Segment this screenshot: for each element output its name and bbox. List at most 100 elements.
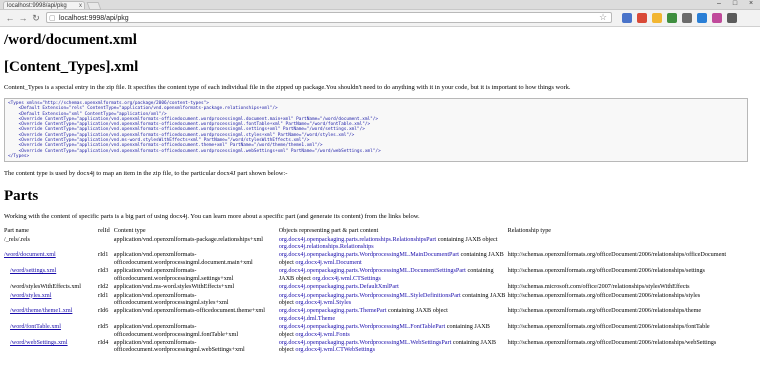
table-row: /word/fontTable.xml rId5 application/vnd.o… (4, 323, 756, 339)
relid-cell: rId5 (98, 323, 109, 331)
relid-cell: rId1 (98, 291, 109, 299)
table-row: /word/document.xml rId1 application/vnd.op… (4, 251, 756, 267)
table-header-row: Part name relId Content type Objects rep… (4, 227, 756, 235)
part-name-link[interactable]: /word/document.xml (4, 251, 56, 258)
part-class-name: org.docx4j.openpackaging.parts.Wordproce… (278, 323, 446, 331)
part-class-name: org.docx4j.openpackaging.parts.Wordproce… (278, 267, 466, 275)
content-type-cell: application/vnd.openxmlformats-officedoc… (113, 291, 229, 306)
extension-icon[interactable] (697, 13, 707, 23)
extension-icon[interactable] (712, 13, 722, 23)
header-part-name: Part name (4, 227, 29, 235)
maximize-window-button[interactable]: □ (728, 0, 742, 8)
content-type-cell: application/vnd.ms-word.stylesWithEffect… (113, 283, 235, 291)
part-class-name: org.docx4j.openpackaging.parts.relations… (278, 235, 437, 243)
close-tab-icon[interactable]: x (79, 2, 82, 9)
table-row: /word/stylesWithEffects.xml rId2 applicati… (4, 283, 756, 291)
extension-icon[interactable] (682, 13, 692, 23)
relationship-type-cell: http://schemas.microsoft.com/office/2007… (507, 283, 690, 291)
page-content: /word/document.xml [Content_Types].xml C… (4, 27, 756, 355)
code-line: </Types> (8, 153, 30, 159)
relid-cell: rId3 (98, 267, 109, 275)
part-class-name: org.docx4j.openpackaging.parts.DefaultXm… (278, 283, 399, 291)
relid-cell: rId1 (98, 251, 109, 259)
extension-icon[interactable] (727, 13, 737, 23)
address-bar[interactable]: ▢ localhost:9998/api/pkg (46, 12, 612, 23)
browser-tab[interactable]: localhost:9998/api/pkg x (3, 1, 85, 9)
close-window-button[interactable]: × (744, 0, 758, 8)
parts-heading: Parts (4, 188, 39, 205)
page-title: /word/document.xml (4, 32, 137, 48)
extension-icon[interactable] (652, 13, 662, 23)
part-name-cell: /word/document.xml (4, 251, 98, 267)
content-type-cell: application/vnd.openxmlformats-officedoc… (113, 323, 239, 338)
relationship-type-cell: http://schemas.openxmlformats.org/office… (507, 323, 710, 331)
header-relationship-type: Relationship type (507, 227, 552, 235)
relationship-type-cell (508, 236, 756, 252)
table-row: /word/styles.xml rId1 application/vnd.open… (4, 292, 756, 308)
content-type-cell: application/vnd.openxmlformats-officedoc… (113, 307, 265, 315)
jaxb-class-name: org.docx4j.wml.Document (295, 258, 362, 266)
part-name-cell: /word/webSettings.xml (4, 339, 98, 355)
part-name-cell: /word/styles.xml (4, 292, 98, 308)
relid-cell (98, 236, 114, 252)
content-type-cell: application/vnd.openxmlformats-officedoc… (113, 251, 253, 266)
part-name-link[interactable]: /word/styles.xml (10, 292, 51, 299)
page-icon: ▢ (49, 15, 56, 22)
bookmark-star-icon[interactable]: ☆ (599, 12, 607, 23)
part-class-name: org.docx4j.openpackaging.parts.Wordproce… (278, 291, 461, 299)
part-name-link[interactable]: /word/webSettings.xml (10, 339, 68, 346)
part-name-cell: /word/fontTable.xml (4, 323, 98, 339)
part-class-name: org.docx4j.openpackaging.parts.Wordproce… (278, 338, 452, 346)
content-types-intro: Content_Types is a special entry in the … (4, 84, 571, 91)
table-row: /word/webSettings.xml rId4 application/vnd… (4, 339, 756, 355)
reload-icon[interactable]: ↻ (30, 12, 42, 24)
part-name: /_rels/.rels (4, 235, 30, 243)
extension-icon[interactable] (637, 13, 647, 23)
tab-title: localhost:9998/api/pkg (7, 3, 67, 9)
back-arrow-icon[interactable]: ← (4, 12, 16, 24)
parts-table: Part name relId Content type Objects rep… (4, 227, 756, 355)
content-type-cell: application/vnd.openxmlformats-package.r… (113, 235, 263, 243)
relationship-type-cell: http://schemas.openxmlformats.org/office… (507, 267, 705, 275)
relid-cell: rId2 (98, 283, 109, 291)
content-types-heading: [Content_Types].xml (4, 59, 139, 75)
part-name: /word/stylesWithEffects.xml (10, 283, 81, 291)
content-types-xml-block: <Types xmlns="http://schemas.openxmlform… (4, 98, 748, 163)
new-tab-button[interactable] (86, 2, 102, 10)
jaxb-class-name: org.docx4j.wml.CTWebSettings (295, 346, 376, 354)
part-name-cell: /word/theme/theme1.xml (4, 307, 98, 323)
forward-arrow-icon[interactable]: → (17, 12, 29, 24)
objects-cell: org.docx4j.openpackaging.parts.DefaultXm… (279, 283, 508, 291)
part-name-cell: /word/settings.xml (4, 267, 98, 283)
containing-text: containing JAXB object (386, 307, 448, 315)
objects-cell: org.docx4j.openpackaging.parts.Wordproce… (279, 251, 508, 267)
part-class-name: org.docx4j.openpackaging.parts.ThemePart (278, 307, 387, 315)
browser-toolbar: ← → ↻ ▢ localhost:9998/api/pkg ☆ (0, 10, 760, 27)
table-row: /_rels/.rels application/vnd.openxmlforma… (4, 236, 756, 252)
browser-tab-bar: localhost:9998/api/pkg x – □ × (0, 0, 760, 10)
part-name-link[interactable]: /word/settings.xml (10, 267, 56, 274)
parts-intro: Working with the content of specific par… (4, 213, 420, 221)
part-name-link[interactable]: /word/theme/theme1.xml (10, 307, 72, 314)
extension-icon[interactable] (622, 13, 632, 23)
address-bar-url: localhost:9998/api/pkg (59, 15, 129, 22)
extension-icon[interactable] (667, 13, 677, 23)
content-type-cell: application/vnd.openxmlformats-officedoc… (113, 338, 245, 354)
jaxb-class-name: org.docx4j.dml.Theme (278, 314, 336, 322)
header-objects: Objects representing part & part content (278, 227, 379, 235)
relationship-type-cell: http://schemas.openxmlformats.org/office… (507, 251, 727, 259)
part-class-name: org.docx4j.openpackaging.parts.Wordproce… (278, 251, 460, 259)
table-row: /word/settings.xml rId3 application/vnd.op… (4, 267, 756, 283)
jaxb-class-name: org.docx4j.relationships.Relationships (278, 243, 374, 251)
minimize-window-button[interactable]: – (712, 0, 726, 8)
relid-cell: rId6 (98, 307, 109, 315)
containing-text: containing JAXB object (436, 235, 498, 243)
part-name-cell: /word/stylesWithEffects.xml (4, 283, 98, 291)
table-row: /word/theme/theme1.xml rId6 application/vn… (4, 307, 756, 323)
objects-cell: org.docx4j.openpackaging.parts.Wordproce… (279, 323, 508, 339)
objects-cell: org.docx4j.openpackaging.parts.Wordproce… (279, 267, 508, 283)
content-type-cell: application/vnd.openxmlformats-officedoc… (113, 267, 234, 282)
jaxb-class-name: org.docx4j.wml.Styles (295, 298, 352, 306)
part-name-link[interactable]: /word/fontTable.xml (10, 323, 61, 330)
jaxb-class-name: org.docx4j.wml.CTSettings (312, 274, 381, 282)
